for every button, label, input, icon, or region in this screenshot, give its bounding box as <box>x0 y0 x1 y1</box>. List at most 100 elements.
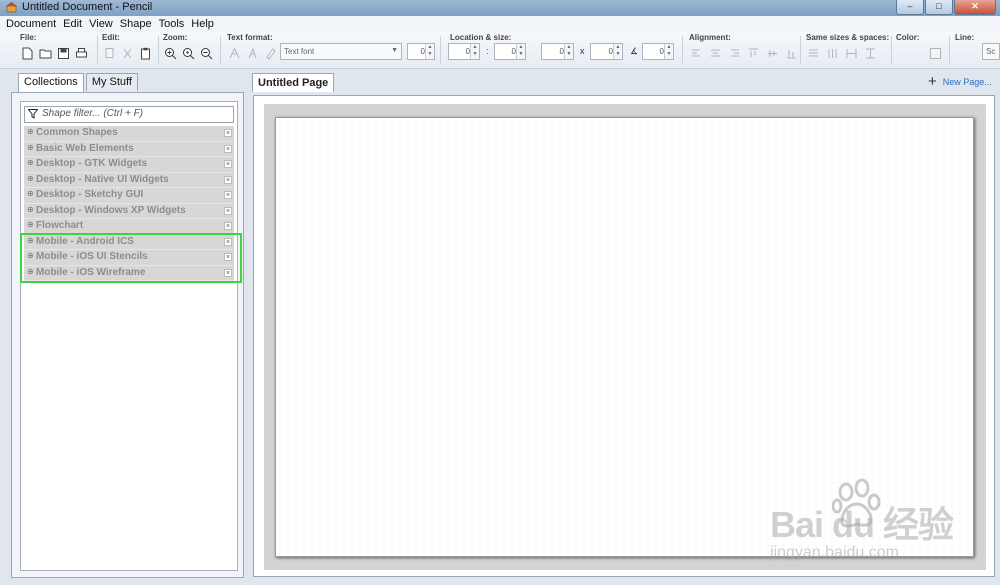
collection-basic-web-elements[interactable]: ⊕ Basic Web Elements × <box>24 141 234 157</box>
zoom-out-icon[interactable] <box>199 46 214 61</box>
cut-icon[interactable] <box>120 46 135 61</box>
expand-icon[interactable]: ⊕ <box>27 127 34 136</box>
file-group: File: <box>20 32 95 68</box>
angle-field[interactable]: 0 ▲ ▼ <box>642 43 674 60</box>
close-icon[interactable]: × <box>224 237 232 246</box>
highlight-icon[interactable] <box>263 46 278 61</box>
expand-icon[interactable]: ⊕ <box>27 236 34 245</box>
close-icon[interactable]: × <box>224 268 232 277</box>
menu-help[interactable]: Help <box>191 18 214 30</box>
line-label: Line: <box>955 33 975 42</box>
expand-icon[interactable]: ⊕ <box>27 205 34 214</box>
fill-color-icon[interactable] <box>928 46 943 61</box>
minimize-button[interactable]: – <box>896 0 924 15</box>
close-icon[interactable]: × <box>224 253 232 261</box>
align-middle-icon[interactable] <box>765 46 780 61</box>
watermark-brand: Bai du 经验 <box>770 504 954 545</box>
align-bottom-icon[interactable] <box>784 46 799 61</box>
location-separator: : <box>486 46 489 56</box>
new-document-icon[interactable] <box>20 46 35 61</box>
tab-my-stuff[interactable]: My Stuff <box>85 73 138 91</box>
collection-desktop-native-ui[interactable]: ⊕ Desktop - Native UI Widgets × <box>24 172 234 188</box>
menu-shape[interactable]: Shape <box>120 18 152 30</box>
expand-icon[interactable]: ⊕ <box>27 174 34 183</box>
same-height-icon[interactable] <box>825 46 840 61</box>
close-icon[interactable]: × <box>224 160 232 168</box>
menu-document[interactable]: Document <box>6 18 56 30</box>
collection-flowchart[interactable]: ⊕ Flowchart × <box>24 219 234 235</box>
collection-mobile-ios-wireframe[interactable]: ⊕ Mobile - iOS Wireframe × <box>24 265 234 281</box>
space-horizontal-icon[interactable] <box>844 46 859 61</box>
tab-untitled-page[interactable]: Untitled Page <box>252 73 335 92</box>
spinner-icon[interactable]: ▲ ▼ <box>664 44 673 59</box>
location-x-field[interactable]: 0 ▲ ▼ <box>448 43 480 60</box>
expand-icon[interactable]: ⊕ <box>27 267 34 276</box>
spinner-icon[interactable]: ▲ ▼ <box>564 44 573 59</box>
filter-icon <box>28 109 38 119</box>
menu-edit[interactable]: Edit <box>63 18 82 30</box>
height-field[interactable]: 0 ▲ ▼ <box>590 43 623 60</box>
collection-common-shapes[interactable]: ⊕ Common Shapes × <box>24 126 234 142</box>
close-icon[interactable]: × <box>224 222 232 230</box>
close-icon[interactable]: × <box>224 144 232 153</box>
paste-icon[interactable] <box>138 46 153 61</box>
save-icon[interactable] <box>56 46 71 61</box>
chevron-down-icon: ▼ <box>391 47 398 54</box>
font-size-field[interactable]: 0 ▲ ▼ <box>407 43 435 60</box>
spinner-icon[interactable]: ▲ ▼ <box>516 44 525 59</box>
align-left-icon[interactable] <box>689 46 704 61</box>
spinner-icon[interactable]: ▲ ▼ <box>425 44 434 59</box>
close-icon[interactable]: × <box>224 206 232 215</box>
spinner-icon[interactable]: ▲ ▼ <box>613 44 622 59</box>
menu-tools[interactable]: Tools <box>159 18 185 30</box>
new-page-button[interactable]: + New Page... <box>928 74 992 89</box>
same-width-icon[interactable] <box>806 46 821 61</box>
spinner-icon[interactable]: ▲ ▼ <box>470 44 479 59</box>
angle-icon: ∡ <box>630 46 639 56</box>
line-style-select[interactable]: Sc <box>982 43 1000 60</box>
collections-tab-body: Shape filter... (Ctrl + F) ⊕ Common Shape… <box>11 92 244 578</box>
text-format-label: Text format: <box>227 33 273 42</box>
collection-mobile-android-ics[interactable]: ⊕ Mobile - Android ICS × <box>24 234 234 250</box>
same-sizes-label: Same sizes & spaces: <box>806 33 890 42</box>
expand-icon[interactable]: ⊕ <box>27 158 34 167</box>
copy-icon[interactable] <box>102 46 117 61</box>
expand-icon[interactable]: ⊕ <box>27 143 34 152</box>
font-color-icon[interactable] <box>227 46 242 61</box>
shape-filter-placeholder: Shape filter... (Ctrl + F) <box>42 108 144 119</box>
align-right-icon[interactable] <box>727 46 742 61</box>
zoom-group-label: Zoom: <box>163 33 188 42</box>
expand-icon[interactable]: ⊕ <box>27 220 34 229</box>
width-field[interactable]: 0 ▲ ▼ <box>541 43 574 60</box>
collection-desktop-gtk[interactable]: ⊕ Desktop - GTK Widgets × <box>24 157 234 173</box>
open-folder-icon[interactable] <box>38 46 53 61</box>
maximize-button[interactable]: □ <box>925 0 953 15</box>
collection-mobile-ios-ui-stencils[interactable]: ⊕ Mobile - iOS UI Stencils × <box>24 250 234 266</box>
alignment-group: Alignment: <box>689 32 799 68</box>
close-icon[interactable]: × <box>224 129 232 137</box>
title-bar: Untitled Document - Pencil – □ ✕ <box>0 0 1000 17</box>
collection-list: ⊕ Common Shapes × ⊕ Basic Web Elements × ⊕ De… <box>20 126 242 283</box>
zoom-actual-icon[interactable] <box>181 46 196 61</box>
font-style-icon[interactable] <box>245 46 260 61</box>
expand-icon[interactable]: ⊕ <box>27 251 34 260</box>
shape-filter-input[interactable]: Shape filter... (Ctrl + F) <box>24 106 234 123</box>
tab-collections[interactable]: Collections <box>18 73 84 92</box>
menu-view[interactable]: View <box>89 18 113 30</box>
print-icon[interactable] <box>74 46 89 61</box>
close-button[interactable]: ✕ <box>954 0 996 15</box>
location-y-field[interactable]: 0 ▲ ▼ <box>494 43 526 60</box>
color-group: Color: <box>896 32 946 68</box>
space-vertical-icon[interactable] <box>863 46 878 61</box>
collections-list-box: Shape filter... (Ctrl + F) ⊕ Common Shape… <box>20 101 242 571</box>
align-top-icon[interactable] <box>746 46 761 61</box>
expand-icon[interactable]: ⊕ <box>27 189 34 198</box>
close-icon[interactable]: × <box>224 175 232 184</box>
align-center-icon[interactable] <box>708 46 723 61</box>
collection-desktop-winxp[interactable]: ⊕ Desktop - Windows XP Widgets × <box>24 203 234 219</box>
collection-desktop-sketchy[interactable]: ⊕ Desktop - Sketchy GUI × <box>24 188 234 204</box>
close-icon[interactable]: × <box>224 191 232 199</box>
location-size-label: Location & size: <box>450 33 512 42</box>
font-select[interactable]: Text font ▼ <box>280 43 402 60</box>
zoom-in-icon[interactable] <box>163 46 178 61</box>
